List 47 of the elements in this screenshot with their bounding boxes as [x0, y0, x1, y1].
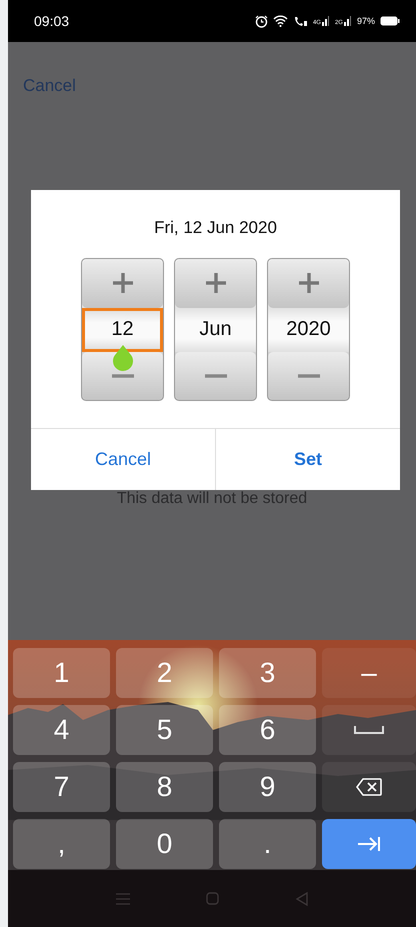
signal-icon: [322, 16, 330, 26]
keyboard-key[interactable]: 8: [116, 762, 213, 812]
home-icon[interactable]: [206, 892, 220, 905]
spinner-value-field[interactable]: Jun: [175, 308, 256, 352]
plus-icon: [204, 272, 226, 294]
wifi-icon: [272, 15, 288, 27]
alarm-icon: [254, 14, 268, 28]
minus-icon: [112, 374, 134, 378]
signal-icon: [344, 16, 352, 26]
battery-level: 97%: [356, 16, 375, 26]
keyboard-key[interactable]: 7: [13, 762, 110, 812]
decrement-button[interactable]: [82, 352, 163, 400]
tab-arrow-icon: [357, 836, 381, 852]
backspace-icon: [356, 778, 382, 796]
keyboard-key[interactable]: ,: [13, 819, 110, 869]
spinner-value-field[interactable]: 2020: [268, 308, 349, 352]
plus-icon: [298, 272, 320, 294]
backspace-key[interactable]: [322, 762, 416, 812]
spinner-value-field[interactable]: 12: [82, 308, 163, 352]
keyboard-key[interactable]: 2: [116, 648, 213, 698]
keyboard-key[interactable]: 1: [13, 648, 110, 698]
keyboard-key[interactable]: 5: [116, 705, 213, 755]
keyboard-key[interactable]: .: [219, 819, 316, 869]
keyboard-key[interactable]: 6: [219, 705, 316, 755]
next-key[interactable]: [322, 819, 416, 869]
increment-button[interactable]: [175, 259, 256, 308]
space-icon: [354, 726, 384, 734]
keyboard-key[interactable]: 0: [116, 819, 213, 869]
back-icon[interactable]: [296, 892, 308, 906]
keyboard-key[interactable]: 9: [219, 762, 316, 812]
decrement-button[interactable]: [268, 352, 349, 400]
text-cursor-handle[interactable]: [112, 345, 134, 372]
keyboard-key[interactable]: 3: [219, 648, 316, 698]
minus-icon: [204, 374, 226, 378]
increment-button[interactable]: [82, 259, 163, 308]
minus-icon: [298, 374, 320, 378]
dialog-title: Fri, 12 Jun 2020: [153, 218, 278, 238]
decrement-button[interactable]: [175, 352, 256, 400]
keyboard-key[interactable]: –: [322, 648, 416, 698]
wifi-calling-icon: [292, 15, 308, 27]
space-key[interactable]: [322, 705, 416, 755]
increment-button[interactable]: [268, 259, 349, 308]
plus-icon: [112, 272, 134, 294]
keyboard-key[interactable]: 4: [13, 705, 110, 755]
status-time: 09:03: [34, 13, 70, 29]
battery-icon: [380, 16, 400, 26]
menu-icon[interactable]: [116, 892, 130, 904]
